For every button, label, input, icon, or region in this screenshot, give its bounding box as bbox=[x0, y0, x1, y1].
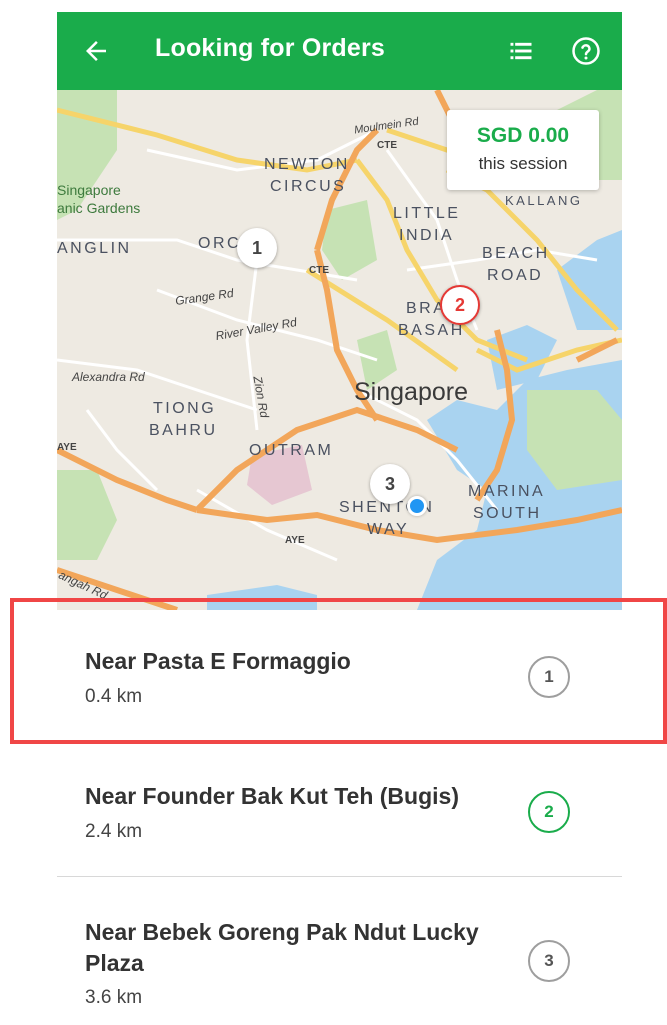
order-name: Near Bebek Goreng Pak Ndut Lucky Plaza bbox=[85, 919, 479, 976]
map-label-basah: BASAH bbox=[398, 322, 465, 339]
map-label-marina: MARINA bbox=[468, 483, 546, 500]
page-title: Looking for Orders bbox=[155, 34, 386, 62]
app-bar: Looking for Orders bbox=[57, 12, 622, 90]
map-label-bahru: BAHRU bbox=[149, 422, 218, 439]
map-label-outram: OUTRAM bbox=[249, 442, 334, 459]
map-label-newton: NEWTON bbox=[264, 156, 350, 173]
map-label-cte: CTE bbox=[309, 265, 329, 276]
map-label-beach: BEACH bbox=[482, 245, 550, 262]
map-label-little: LITTLE bbox=[393, 205, 461, 222]
map-pin-3[interactable]: 1 bbox=[237, 228, 277, 268]
order-item-2[interactable]: Near Founder Bak Kut Teh (Bugis) 2.4 km … bbox=[57, 743, 622, 877]
earnings-label: this session bbox=[478, 154, 568, 173]
order-name: Near Founder Bak Kut Teh (Bugis) bbox=[85, 783, 459, 809]
earnings-card: SGD 0.00 this session bbox=[447, 110, 599, 190]
phone-screen: Looking for Orders Singapore anic Garden… bbox=[57, 12, 622, 1025]
map-label-tiong: TIONG bbox=[153, 400, 217, 417]
map-label-india: INDIA bbox=[399, 227, 455, 244]
arrow-left-icon[interactable] bbox=[81, 36, 111, 66]
current-location-dot bbox=[407, 496, 427, 516]
list-icon[interactable] bbox=[507, 37, 535, 65]
map-label-way: WAY bbox=[367, 521, 410, 538]
map-label-singapore: Singapore bbox=[354, 378, 468, 406]
map-label-gardens: Singapore bbox=[57, 182, 121, 198]
map-label-gardens: anic Gardens bbox=[57, 200, 141, 216]
order-number-badge: 2 bbox=[528, 791, 570, 833]
map-label-circus: CIRCUS bbox=[270, 178, 347, 195]
order-item-3[interactable]: Near Bebek Goreng Pak Ndut Lucky Plaza 3… bbox=[57, 877, 622, 1025]
map-pin-1[interactable]: 3 bbox=[370, 464, 410, 504]
order-distance: 2.4 km bbox=[85, 821, 143, 842]
order-distance: 3.6 km bbox=[85, 987, 143, 1008]
earnings-amount: SGD 0.00 bbox=[476, 124, 570, 147]
map-label-road: ROAD bbox=[487, 267, 544, 284]
map-label-aye: AYE bbox=[57, 442, 77, 453]
map-pin-2[interactable]: 2 bbox=[440, 285, 480, 325]
selection-highlight bbox=[10, 598, 667, 744]
map-label-aye: AYE bbox=[285, 535, 305, 546]
map-view[interactable]: Singapore anic Gardens ANGLIN NEWTON CIR… bbox=[57, 90, 622, 610]
map-label-alexandra: Alexandra Rd bbox=[72, 370, 145, 384]
map-label-kallang: KALLANG bbox=[505, 193, 583, 208]
map-label-tanglin: ANGLIN bbox=[57, 240, 132, 257]
order-number-badge: 3 bbox=[528, 940, 570, 982]
map-label-cte: CTE bbox=[377, 140, 397, 151]
map-label-south: SOUTH bbox=[473, 505, 542, 522]
help-circle-icon[interactable] bbox=[571, 36, 601, 66]
